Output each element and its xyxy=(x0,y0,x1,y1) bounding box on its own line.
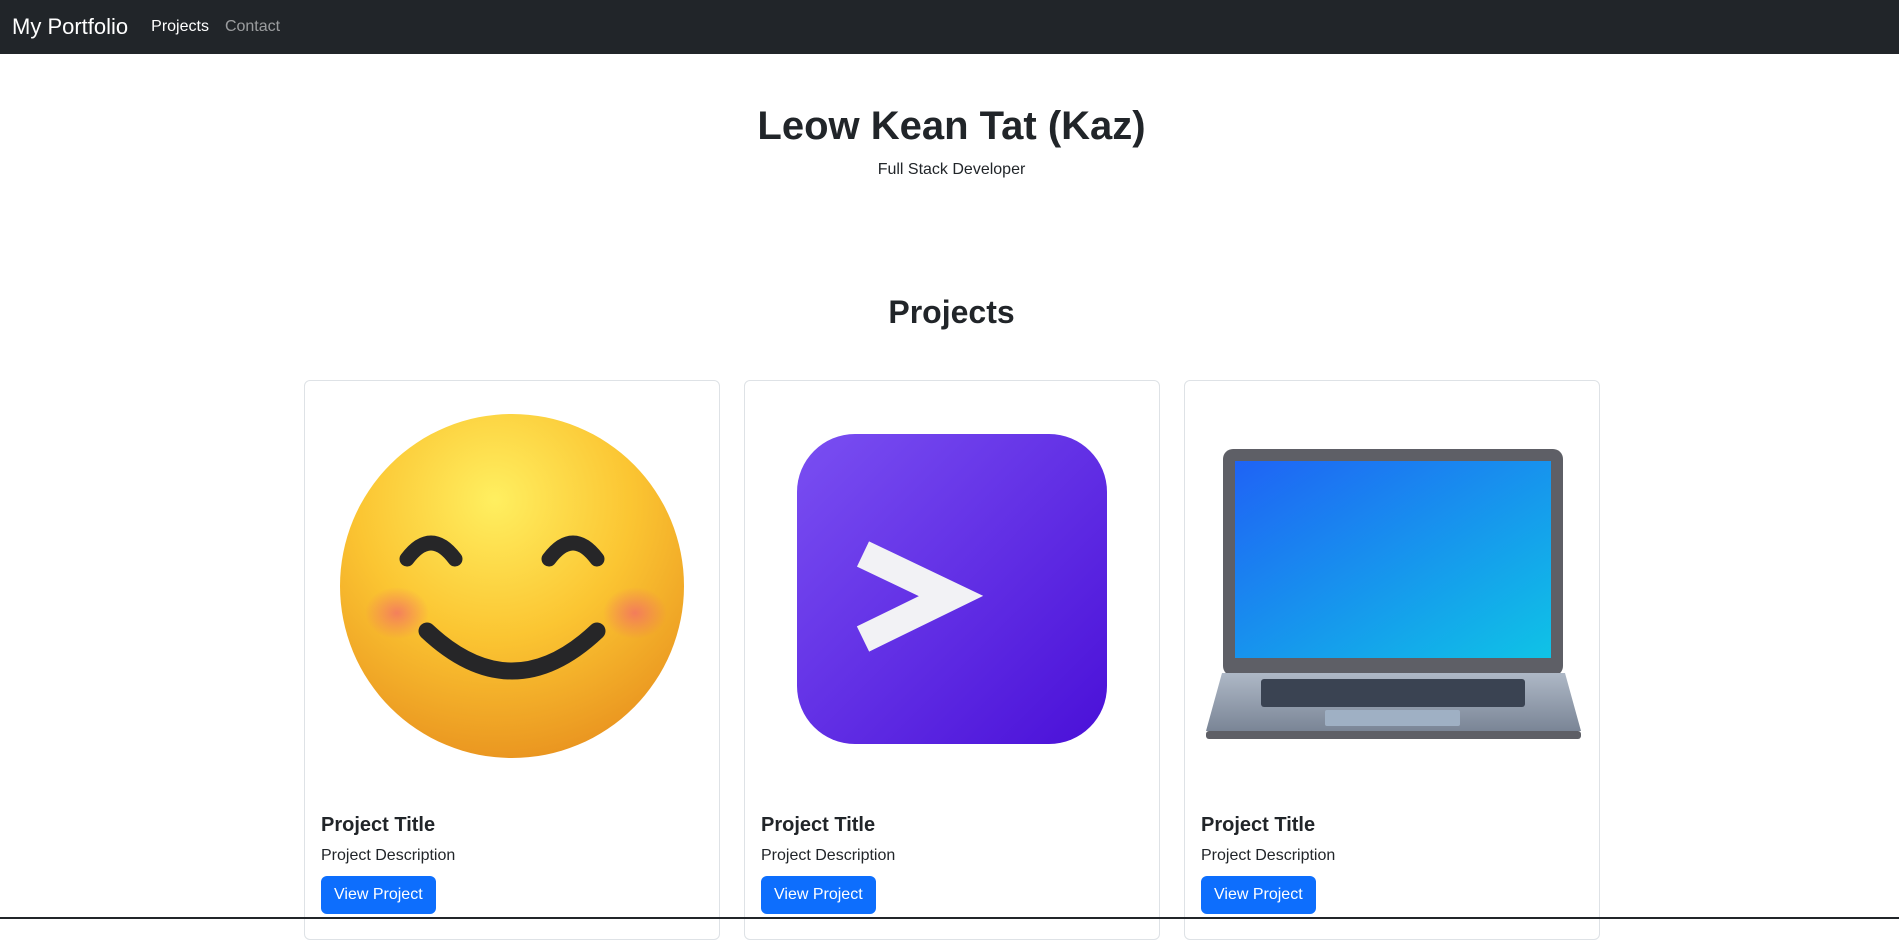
hero-role: Full Stack Developer xyxy=(877,161,1026,178)
card-description: Project Description xyxy=(761,847,896,864)
smiling-face-icon xyxy=(340,414,684,758)
view-project-button[interactable]: View Project xyxy=(321,876,436,914)
view-project-button[interactable]: View Project xyxy=(761,876,876,914)
nav-link-contact[interactable]: Contact xyxy=(225,18,280,36)
terminal-prompt-icon xyxy=(797,434,1107,744)
card-title: Project Title xyxy=(321,814,436,836)
project-card: Project Title Project Description View P… xyxy=(304,380,720,940)
card-description: Project Description xyxy=(321,847,456,864)
card-title: Project Title xyxy=(761,814,876,836)
project-card: Project Title Project Description View P… xyxy=(744,380,1160,940)
project-card: Project Title Project Description View P… xyxy=(1184,380,1600,940)
navbar-brand[interactable]: My Portfolio xyxy=(12,14,128,40)
projects-heading: Projects xyxy=(888,294,1015,330)
top-navbar: My Portfolio Projects Contact xyxy=(0,0,1899,54)
card-description: Project Description xyxy=(1201,847,1336,864)
nav-link-projects[interactable]: Projects xyxy=(151,18,209,36)
hero-name: Leow Kean Tat (Kaz) xyxy=(757,104,1146,148)
laptop-icon xyxy=(1206,449,1581,739)
card-title: Project Title xyxy=(1201,814,1316,836)
view-project-button[interactable]: View Project xyxy=(1201,876,1316,914)
